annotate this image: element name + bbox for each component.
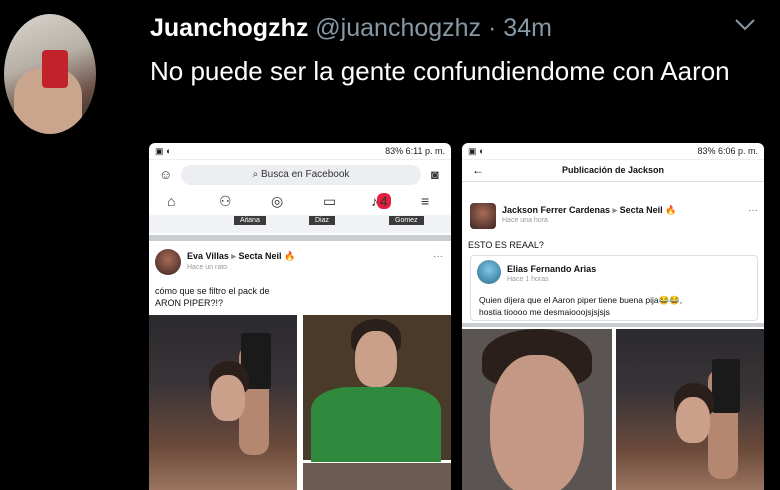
post-meta: Hace una hora — [502, 217, 548, 224]
profile-avatar[interactable] — [4, 14, 96, 134]
post-photo-green-hoodie — [303, 315, 451, 462]
watch-icon: ▭ — [323, 193, 337, 209]
story-label: Diaz — [309, 216, 336, 225]
shared-meta: Hace 1 horas — [507, 276, 549, 283]
post-photo-mirror-selfie — [149, 315, 297, 490]
post-text: cómo que se filtro el pack de ARON PIPER… — [155, 285, 270, 309]
more-options-icon: ··· — [748, 205, 758, 216]
battery-level: 83% — [697, 146, 716, 156]
separator-dot: · — [488, 14, 497, 42]
camera-icon: ◙ — [431, 167, 439, 182]
post-title-bar: ← Publicación de Jackson — [462, 159, 764, 182]
post-group: Secta Neil 🔥 — [619, 205, 677, 215]
tweet-text: No puede ser la gente confundiendome con… — [150, 56, 730, 86]
more-options-icon: ··· — [433, 251, 443, 262]
head-shape — [676, 397, 710, 443]
post-text: ESTO ES REAAL? — [468, 240, 544, 250]
tweet-header: Juanchogzhz @juanchogzhz · 34m — [150, 14, 552, 43]
notification-badge: 4 — [377, 193, 391, 209]
status-icons-left: ▣ ◐ — [468, 145, 485, 156]
shared-post: Elias Fernando Arias Hace 1 horas Quien … — [470, 255, 758, 321]
shared-author: Elias Fernando Arias — [507, 264, 597, 274]
arrow-icon: ▸ — [612, 205, 618, 215]
messenger-icon: ◎ — [271, 193, 284, 209]
status-bar: ▣ ◐ 83% 6:11 p. m. — [149, 143, 451, 160]
post-author-line: Jackson Ferrer Cardenas ▸ Secta Neil 🔥 — [502, 205, 676, 216]
avatar-phone — [42, 50, 68, 88]
friends-icon: ⚇ — [219, 193, 232, 209]
attached-image-left[interactable]: ▣ ◐ 83% 6:11 p. m. ☺ ⌕ Busca en Facebook… — [149, 143, 451, 490]
post-author-line: Eva Villas ▸ Secta Neil 🔥 — [187, 251, 295, 262]
shared-text-line: hostia tioooo me desmaiooojsjsjsjs — [479, 307, 610, 317]
post-author: Jackson Ferrer Cardenas — [502, 205, 611, 215]
home-icon: ⌂ — [167, 193, 176, 209]
fb-nav-bar: ⌂ ⚇ ◎ ▭ ♪ 4 ≡ — [149, 193, 451, 213]
status-right: 83% 6:06 p. m. — [697, 146, 758, 156]
search-placeholder: Busca en Facebook — [261, 169, 350, 180]
tweet-time[interactable]: 34m — [503, 14, 552, 42]
story-label: Gomez — [389, 216, 424, 225]
post-avatar — [155, 249, 181, 275]
hoodie-shape — [311, 387, 441, 462]
display-name[interactable]: Juanchogzhz — [150, 14, 308, 42]
battery-level: 83% — [385, 146, 404, 156]
shared-text-line: Quien dijera que el Aaron piper tiene bu… — [479, 295, 683, 305]
phone-shape — [712, 359, 740, 413]
post-group: Secta Neil 🔥 — [238, 251, 296, 261]
chevron-down-icon[interactable] — [734, 18, 756, 32]
post-author: Eva Villas — [187, 251, 229, 261]
stories-row: Aitana Diaz Gomez — [149, 215, 451, 233]
status-right: 83% 6:11 p. m. — [385, 146, 445, 156]
head-shape — [355, 331, 397, 387]
search-input[interactable]: ⌕ Busca en Facebook — [181, 165, 421, 185]
shared-text: Quien dijera que el Aaron piper tiene bu… — [479, 294, 682, 318]
shared-avatar — [477, 260, 501, 284]
post-title: Publicación de Jackson — [561, 165, 665, 175]
post-text-line: ARON PIPER?!? — [155, 298, 224, 308]
search-icon: ⌕ — [252, 169, 261, 180]
attached-image-right[interactable]: ▣ ◐ 83% 6:06 p. m. ← Publicación de Jack… — [462, 143, 764, 490]
divider — [462, 323, 764, 327]
divider — [149, 235, 451, 241]
profile-icon: ☺ — [159, 167, 173, 182]
post-photo-third — [303, 463, 451, 490]
menu-icon: ≡ — [421, 193, 430, 209]
post-photo-portrait — [462, 329, 612, 490]
story-label: Aitana — [234, 216, 266, 225]
post-meta: Hace un rato — [187, 264, 228, 271]
arrow-icon: ▸ — [231, 251, 236, 261]
user-handle[interactable]: @juanchogzhz — [315, 14, 481, 42]
status-time: 6:06 p. m. — [717, 146, 758, 156]
face-shape — [490, 355, 584, 490]
head-shape — [211, 375, 245, 421]
status-time: 6:11 p. m. — [405, 146, 445, 156]
post-avatar — [470, 203, 496, 229]
post-photo-mirror-selfie — [616, 329, 764, 490]
status-bar: ▣ ◐ 83% 6:06 p. m. — [462, 143, 764, 160]
status-icons-left: ▣ ◐ — [155, 145, 172, 156]
back-arrow-icon: ← — [472, 163, 484, 177]
post-text-line: cómo que se filtro el pack de — [155, 286, 270, 296]
